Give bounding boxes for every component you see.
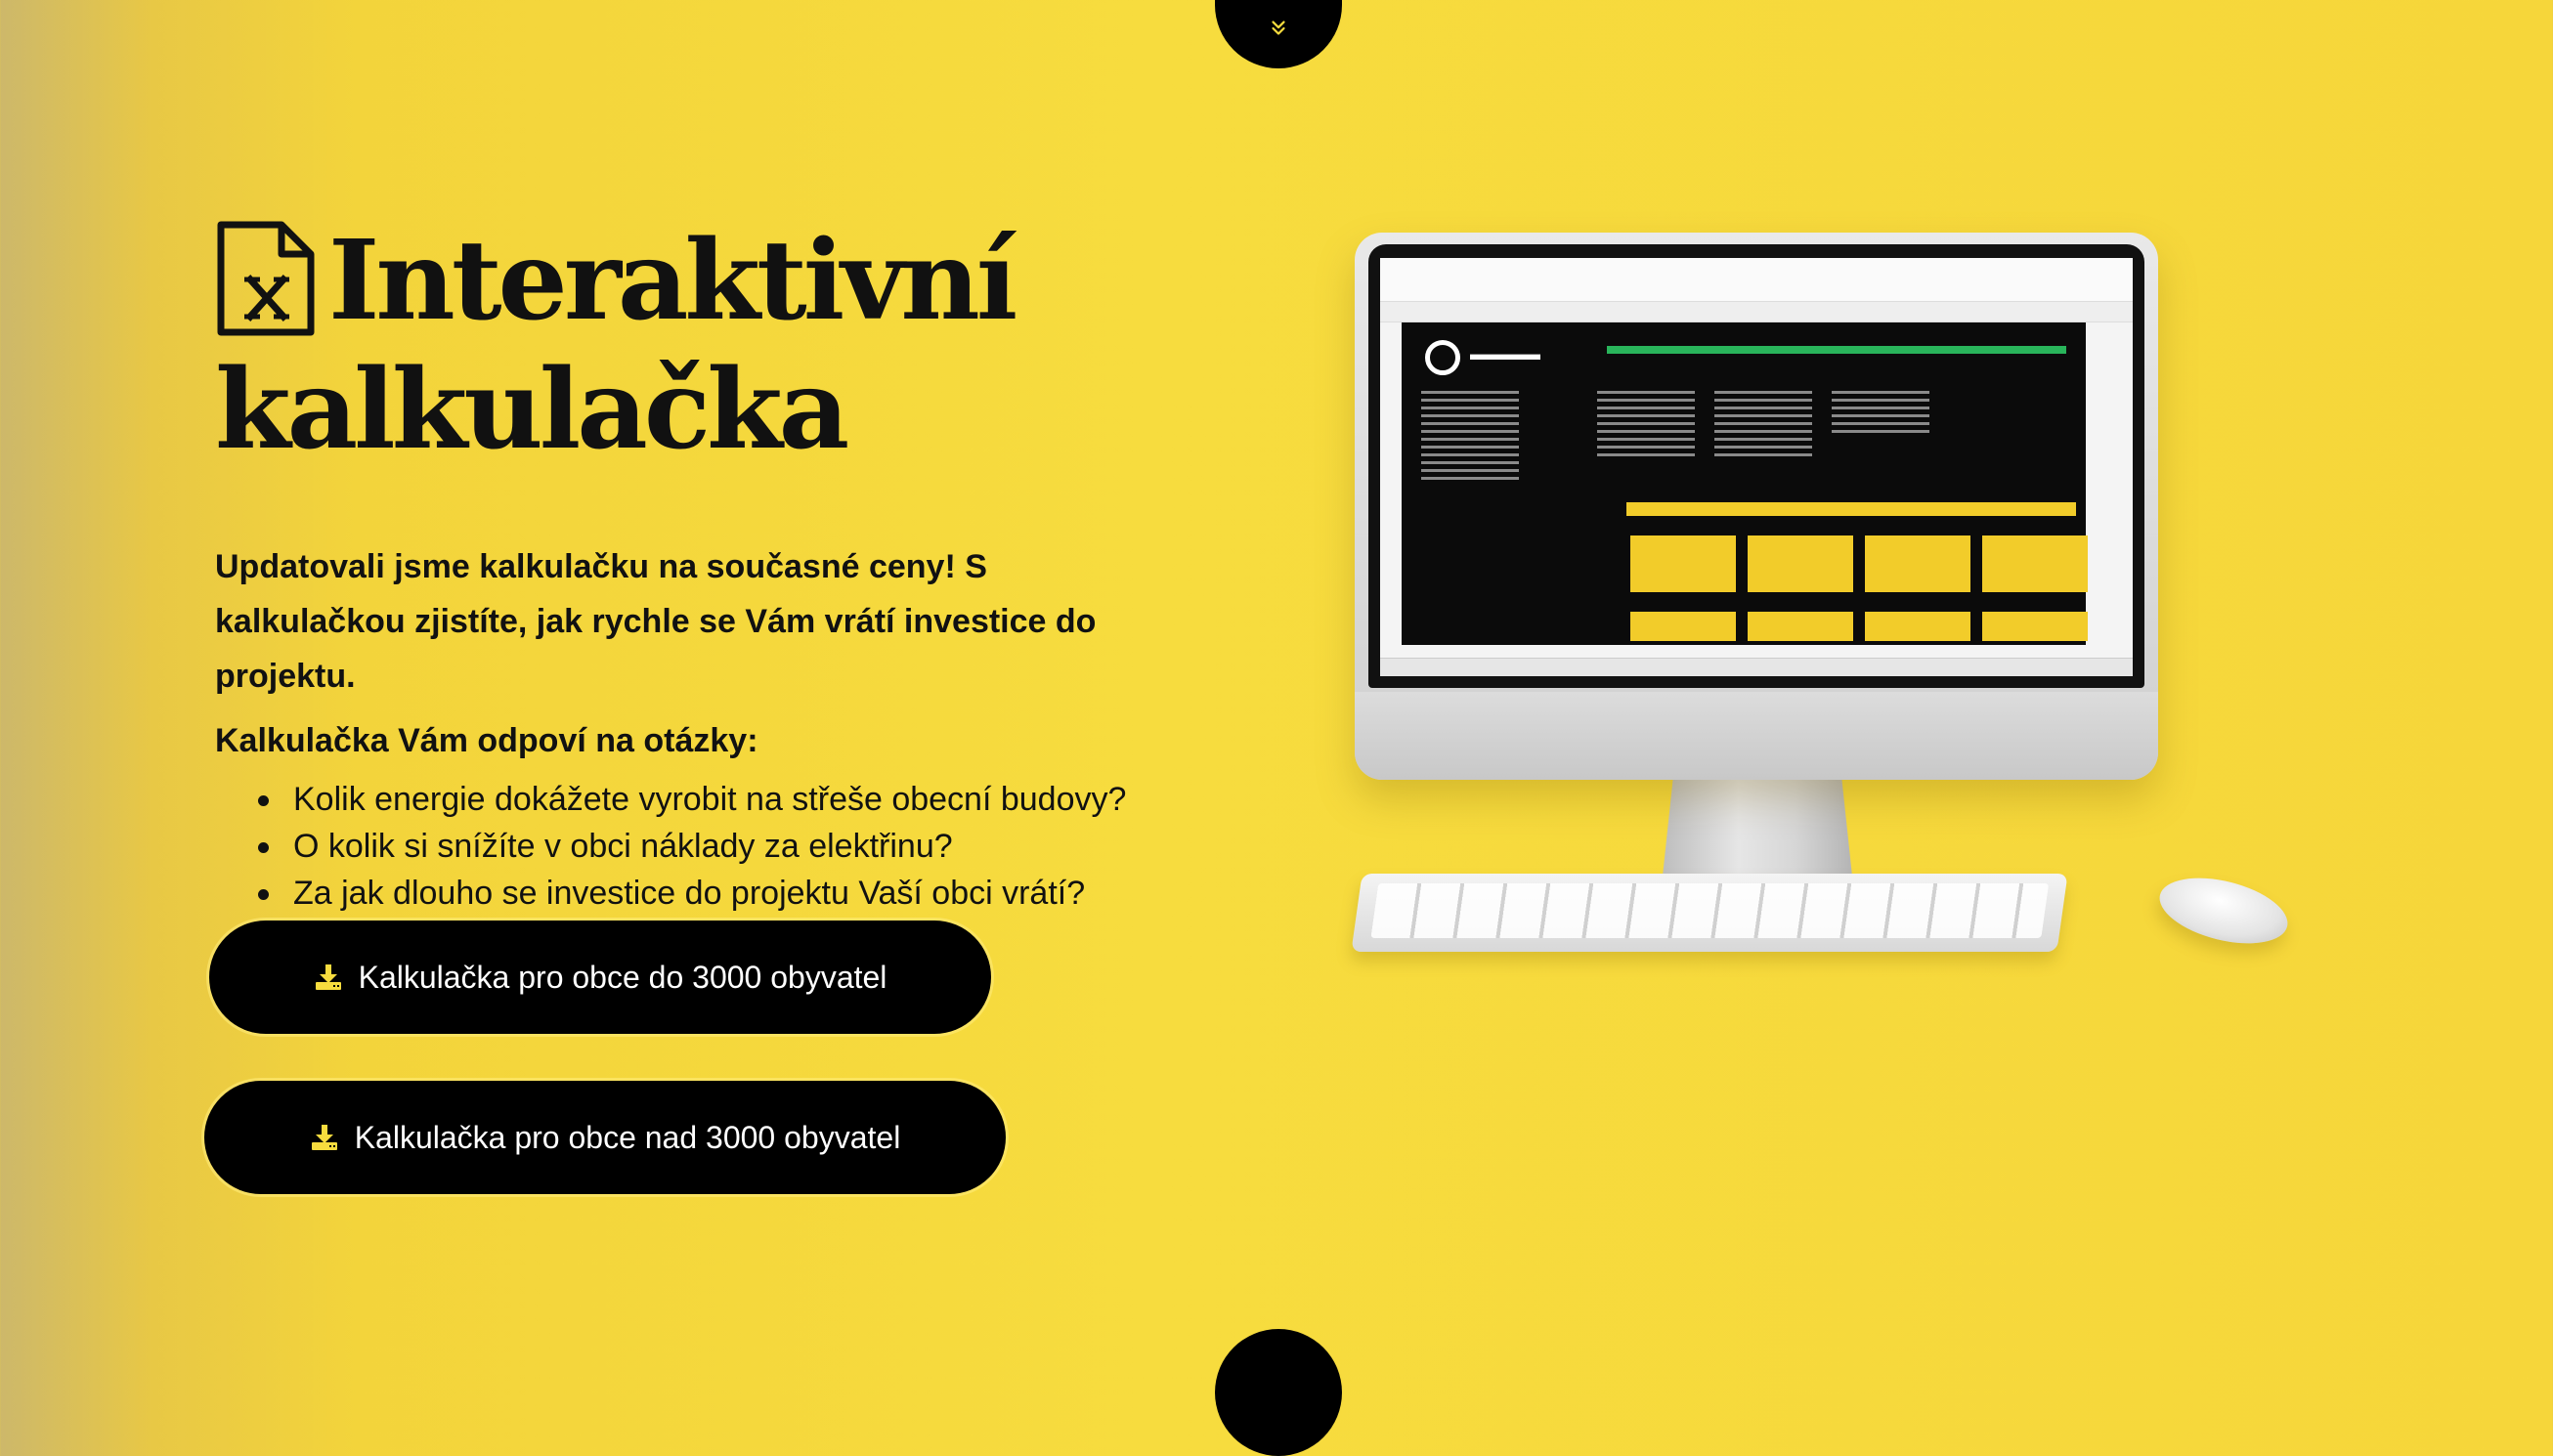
download-small-towns-button[interactable]: Kalkulačka pro obce do 3000 obyvatel — [209, 921, 991, 1034]
sheet-yellow-row — [1626, 502, 2076, 516]
spreadsheet-screenshot: ▬▬▬▬ — [1380, 258, 2133, 676]
spreadsheet-content: ▬▬▬▬ — [1402, 322, 2088, 645]
keyboard — [1351, 874, 2068, 952]
questions-list: Kolik energie dokážete vyrobit na střeše… — [215, 776, 1192, 917]
page-title-line1: Interaktivní — [328, 217, 1017, 345]
download-icon — [315, 964, 341, 990]
monitor-chin — [1355, 692, 2158, 780]
next-section-tab[interactable] — [1215, 1329, 1342, 1456]
mouse — [2152, 866, 2295, 956]
text-block — [1714, 391, 1812, 461]
sheet-cell — [1982, 535, 2088, 592]
list-item: Kolik energie dokážete vyrobit na střeše… — [215, 776, 1192, 823]
sheet-cell — [1865, 535, 1970, 592]
download-icon — [311, 1125, 337, 1150]
sheet-cell — [1865, 612, 1970, 641]
sheet-cell — [1630, 535, 1736, 592]
title-row: Interaktivní kalkulačka — [215, 217, 1192, 475]
scroll-down-tab[interactable] — [1215, 0, 1342, 68]
logo-circle-icon — [1425, 340, 1460, 375]
spreadsheet-tabs — [1380, 658, 2133, 676]
page-title: Interaktivní kalkulačka — [215, 217, 1017, 475]
lead-paragraph: Updatovali jsme kalkulačku na současné c… — [215, 548, 1097, 695]
page-title-line2: kalkulačka — [215, 346, 849, 474]
spreadsheet-toolbar — [1380, 302, 2133, 322]
double-chevron-down-icon — [1272, 21, 1285, 35]
sheet-cell — [1748, 612, 1853, 641]
list-item: O kolik si snížíte v obci náklady za ele… — [215, 823, 1192, 870]
list-item: Za jak dlouho se investice do projektu V… — [215, 870, 1192, 917]
sheet-cell — [1982, 612, 2088, 641]
monitor-stand — [1662, 778, 1853, 885]
sheet-cell — [1630, 612, 1736, 641]
text-block — [1421, 391, 1519, 485]
download-small-towns-label: Kalkulačka pro obce do 3000 obyvatel — [358, 959, 887, 995]
logo-block: ▬▬▬▬ — [1470, 344, 1540, 364]
excel-file-icon — [217, 221, 315, 336]
sheet-title-bar — [1607, 346, 2066, 354]
questions-heading: Kalkulačka Vám odpoví na otázky: — [215, 722, 758, 759]
spreadsheet-menubar — [1380, 258, 2133, 302]
text-block — [1597, 391, 1695, 461]
hero-section: Interaktivní kalkulačka Updatovali jsme … — [215, 217, 1192, 917]
download-large-towns-label: Kalkulačka pro obce nad 3000 obyvatel — [354, 1119, 901, 1155]
text-block — [1832, 391, 1929, 438]
monitor-bezel: ▬▬▬▬ — [1368, 244, 2144, 688]
monitor: ▬▬▬▬ — [1355, 233, 2158, 780]
download-large-towns-button[interactable]: Kalkulačka pro obce nad 3000 obyvatel — [204, 1081, 1006, 1194]
computer-illustration: ▬▬▬▬ — [1349, 225, 2356, 987]
sheet-cell — [1748, 535, 1853, 592]
